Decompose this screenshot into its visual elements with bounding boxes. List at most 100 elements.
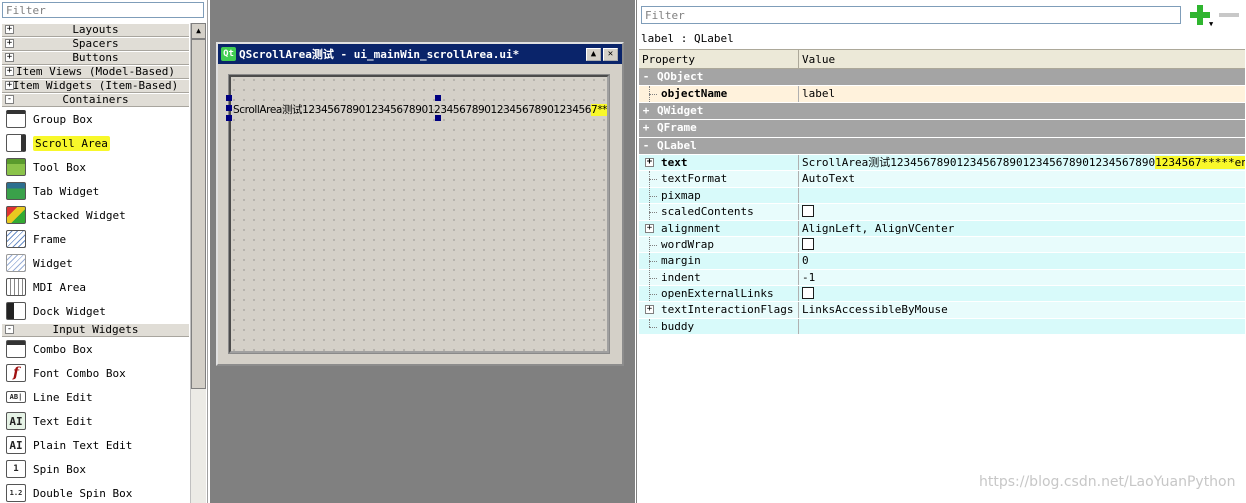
collapse-icon[interactable]: -	[5, 325, 14, 334]
category-label: Item Views (Model-Based)	[16, 65, 175, 78]
chevron-down-icon[interactable]: ▼	[1209, 20, 1213, 28]
selection-handle[interactable]	[226, 115, 232, 121]
widget-item-line-edit[interactable]: AB| Line Edit	[2, 385, 189, 409]
selection-handle[interactable]	[226, 105, 232, 111]
property-row-margin[interactable]: margin 0	[639, 253, 1245, 270]
widget-item-font-combo-box[interactable]: f Font Combo Box	[2, 361, 189, 385]
selection-handle[interactable]	[435, 115, 441, 121]
property-row-objectname[interactable]: objectName label	[639, 86, 1245, 103]
property-value[interactable]	[799, 188, 1245, 203]
property-filter-input[interactable]	[641, 6, 1181, 24]
widget-item-dock-widget[interactable]: Dock Widget	[2, 299, 189, 323]
expand-icon[interactable]: +	[5, 25, 14, 34]
widget-item-double-spin-box[interactable]: 1.2 Double Spin Box	[2, 481, 189, 503]
widget-item-spin-box[interactable]: 1 Spin Box	[2, 457, 189, 481]
selection-handle[interactable]	[435, 95, 441, 101]
word-wrap-checkbox[interactable]	[802, 237, 814, 250]
category-buttons[interactable]: + Buttons	[2, 51, 189, 65]
widget-filter-input[interactable]	[2, 2, 204, 18]
widget-item-stacked-widget[interactable]: Stacked Widget	[2, 203, 189, 227]
property-row-text[interactable]: + text ScrollArea测试1234567890123456789012…	[639, 154, 1245, 172]
property-name: textInteractionFlags	[661, 303, 794, 317]
scrollbar-thumb[interactable]	[191, 39, 206, 389]
category-spacers[interactable]: + Spacers	[2, 37, 189, 51]
expand-icon[interactable]: +	[639, 120, 653, 136]
property-value[interactable]: AutoText	[799, 171, 1245, 186]
object-class-label: label : QLabel	[641, 32, 734, 45]
property-row-alignment[interactable]: + alignment AlignLeft, AlignVCenter	[639, 220, 1245, 237]
header-property[interactable]: Property	[639, 50, 799, 68]
expand-icon[interactable]: +	[5, 39, 14, 48]
form-canvas[interactable]: ScrollArea测试1234567890123456789012345678…	[226, 74, 610, 354]
category-item-widgets[interactable]: + Item Widgets (Item-Based)	[2, 79, 189, 93]
widget-item-label: Double Spin Box	[33, 486, 133, 500]
category-item-views[interactable]: + Item Views (Model-Based)	[2, 65, 189, 79]
property-name: textFormat	[661, 172, 728, 186]
selection-handle[interactable]	[226, 95, 232, 101]
property-value[interactable]: ScrollArea测试1234567890123456789012345678…	[799, 155, 1245, 170]
scaled-contents-checkbox[interactable]	[802, 205, 814, 218]
collapse-icon[interactable]: -	[5, 95, 14, 104]
expand-icon[interactable]: +	[645, 157, 654, 167]
expand-icon[interactable]: +	[639, 103, 653, 119]
close-button[interactable]: ✕	[603, 47, 618, 61]
property-row-wordwrap[interactable]: wordWrap	[639, 236, 1245, 254]
mdi-area: Qt QScrollArea测试 - ui_mainWin_scrollArea…	[210, 0, 635, 503]
section-qwidget[interactable]: + QWidget	[639, 102, 1245, 121]
collapse-icon[interactable]: -	[639, 69, 653, 85]
category-label: Layouts	[72, 23, 119, 36]
widget-item-text-edit[interactable]: AI Text Edit	[2, 409, 189, 433]
section-label: QFrame	[657, 121, 697, 135]
header-value[interactable]: Value	[799, 50, 835, 68]
property-value[interactable]	[799, 319, 1245, 334]
remove-dynamic-property-icon[interactable]	[1219, 13, 1239, 17]
form-label-widget[interactable]: ScrollArea测试1234567890123456789012345678…	[233, 102, 607, 117]
widget-box-scrollbar[interactable]: ▲	[190, 23, 206, 503]
form-window[interactable]: Qt QScrollArea测试 - ui_mainWin_scrollArea…	[216, 42, 624, 366]
widget-item-label: Frame	[33, 232, 67, 246]
widget-item-scroll-area[interactable]: Scroll Area	[2, 131, 189, 155]
widget-item-label: Text Edit	[33, 414, 93, 428]
widget-item-combo-box[interactable]: Combo Box	[2, 337, 189, 361]
widget-item-tab-widget[interactable]: Tab Widget	[2, 179, 189, 203]
expand-icon[interactable]: +	[645, 223, 654, 233]
expand-icon[interactable]: +	[5, 53, 14, 62]
scroll-up-icon[interactable]: ▲	[191, 23, 206, 39]
property-row-scaledcontents[interactable]: scaledContents	[639, 204, 1245, 221]
property-value[interactable]: label	[799, 86, 1245, 101]
expand-icon[interactable]: +	[5, 81, 14, 90]
property-value[interactable]: 0	[799, 253, 1245, 268]
widget-item-frame[interactable]: Frame	[2, 227, 189, 251]
text-value-tail: 1234567*****end	[1155, 155, 1245, 169]
property-row-indent[interactable]: indent -1	[639, 269, 1245, 287]
collapse-icon[interactable]: -	[639, 138, 653, 154]
property-row-openexternallinks[interactable]: openExternalLinks	[639, 286, 1245, 303]
open-external-links-checkbox[interactable]	[802, 287, 814, 300]
maximize-button[interactable]: ▲	[586, 47, 601, 61]
property-row-textinteractionflags[interactable]: + textInteractionFlags LinksAccessibleByM…	[639, 302, 1245, 319]
section-qlabel[interactable]: - QLabel	[639, 137, 1245, 155]
category-containers[interactable]: - Containers	[2, 93, 189, 107]
widget-icon	[6, 254, 26, 272]
property-row-buddy[interactable]: buddy	[639, 318, 1245, 336]
form-title-bar[interactable]: Qt QScrollArea测试 - ui_mainWin_scrollArea…	[218, 44, 622, 64]
widget-item-mdi-area[interactable]: MDI Area	[2, 275, 189, 299]
category-input-widgets[interactable]: - Input Widgets	[2, 323, 189, 337]
widget-item-tool-box[interactable]: Tool Box	[2, 155, 189, 179]
widget-item-plain-text-edit[interactable]: AI Plain Text Edit	[2, 433, 189, 457]
property-row-pixmap[interactable]: pixmap	[639, 187, 1245, 205]
text-value-main: ScrollArea测试1234567890123456789012345678…	[802, 155, 1156, 169]
property-value[interactable]: -1	[799, 270, 1245, 285]
expand-icon[interactable]: +	[645, 305, 654, 315]
widget-item-group-box[interactable]: Group Box	[2, 107, 189, 131]
group-box-icon	[6, 110, 26, 128]
category-layouts[interactable]: + Layouts	[2, 23, 189, 37]
expand-icon[interactable]: +	[5, 67, 14, 76]
add-dynamic-property-icon[interactable]	[1189, 4, 1211, 26]
section-qframe[interactable]: + QFrame	[639, 120, 1245, 138]
property-value[interactable]: AlignLeft, AlignVCenter	[799, 221, 1245, 236]
section-qobject[interactable]: - QObject	[639, 69, 1245, 87]
property-value[interactable]: LinksAccessibleByMouse	[799, 302, 1245, 317]
widget-item-widget[interactable]: Widget	[2, 251, 189, 275]
property-row-textformat[interactable]: textFormat AutoText	[639, 171, 1245, 188]
